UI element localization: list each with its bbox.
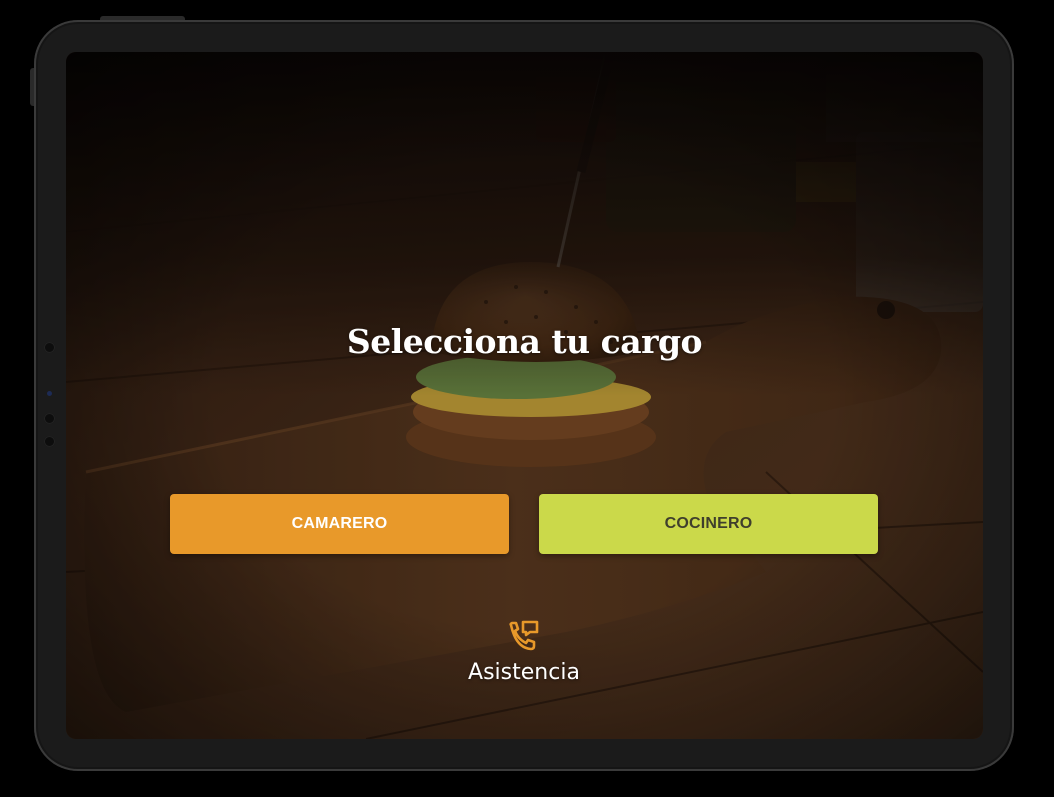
- waiter-role-button[interactable]: CAMARERO: [170, 494, 509, 554]
- support-button[interactable]: Asistencia: [424, 620, 624, 700]
- waiter-role-label: CAMARERO: [291, 515, 388, 532]
- cook-role-button[interactable]: COCINERO: [539, 494, 878, 554]
- side-sensor: [44, 436, 55, 447]
- cook-role-label: COCINERO: [664, 515, 753, 532]
- page-title: Selecciona tu cargo: [346, 322, 703, 361]
- front-camera: [47, 391, 52, 396]
- phone-support-icon: [509, 620, 539, 651]
- side-sensor: [44, 413, 55, 424]
- support-label: Asistencia: [468, 660, 580, 685]
- app-screen: Selecciona tu cargo CAMARERO COCINERO As…: [66, 52, 983, 739]
- side-sensor: [44, 342, 55, 353]
